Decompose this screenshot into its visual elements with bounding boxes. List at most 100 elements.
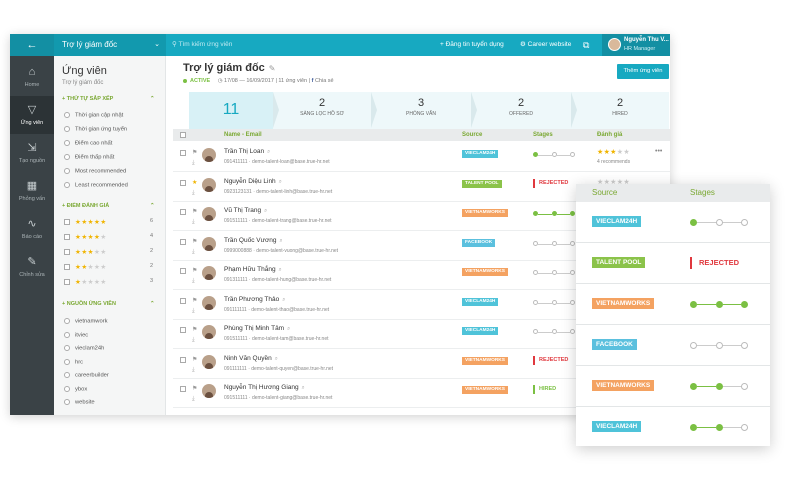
- candidate-name[interactable]: Phùng Thị Minh Tâm ⌕: [224, 325, 290, 333]
- select-all-checkbox[interactable]: [180, 132, 186, 138]
- pipeline-stage-2[interactable]: 3 Phỏng vấn: [371, 92, 477, 129]
- source-option[interactable]: hrc: [64, 358, 83, 365]
- radio-button[interactable]: [64, 345, 70, 351]
- table-row[interactable]: ⚑ ⤓ Trần Thị Loan ⌕ 091411111 · demo-talent-…: [173, 143, 670, 172]
- download-icon[interactable]: ⤓: [192, 308, 195, 315]
- nav-item-4[interactable]: ∿ Báo cáo: [10, 210, 54, 248]
- sort-section-header[interactable]: + THỨ TỰ SẮP XẾP ⌃: [62, 96, 155, 102]
- row-checkbox[interactable]: [180, 386, 186, 392]
- add-candidate-button[interactable]: Thêm ứng viên: [617, 64, 669, 79]
- rating-filter-option[interactable]: ★★★★★ 4: [64, 233, 153, 241]
- back-arrow-icon[interactable]: ←: [10, 34, 54, 56]
- nav-item-5[interactable]: ✎ Chỉnh sửa: [10, 248, 54, 286]
- checkbox[interactable]: [64, 279, 70, 286]
- download-icon[interactable]: ⤓: [192, 396, 195, 403]
- row-checkbox[interactable]: [180, 268, 186, 274]
- radio-button[interactable]: [64, 399, 70, 405]
- download-icon[interactable]: ⤓: [192, 190, 195, 197]
- radio-button[interactable]: [64, 182, 70, 188]
- candidate-name[interactable]: Trần Phương Thảo ⌕: [224, 296, 285, 304]
- checkbox[interactable]: [64, 249, 70, 256]
- flag-icon[interactable]: ⚑: [192, 238, 197, 245]
- radio-button[interactable]: [64, 112, 70, 118]
- radio-button[interactable]: [64, 168, 70, 174]
- more-options-icon[interactable]: •••: [655, 148, 662, 155]
- source-section-header[interactable]: + NGUỒN ỨNG VIÊN ⌃: [62, 301, 155, 307]
- download-icon[interactable]: ⤓: [192, 337, 195, 344]
- download-icon[interactable]: ⤓: [192, 249, 195, 256]
- external-link-icon[interactable]: ⧉: [583, 34, 589, 56]
- flag-icon[interactable]: ⚑: [192, 297, 197, 304]
- sort-option[interactable]: Least recommended: [64, 182, 128, 189]
- nav-item-2[interactable]: ⇲ Tạo nguồn: [10, 134, 54, 172]
- radio-button[interactable]: [64, 331, 70, 338]
- user-menu[interactable]: Nguyễn Thu V... HR Manager: [602, 34, 670, 56]
- candidate-name[interactable]: Nguyễn Diệu Linh ⌕: [224, 178, 282, 186]
- share-link[interactable]: Chia sẻ: [315, 78, 334, 84]
- radio-button[interactable]: [64, 358, 70, 365]
- candidate-name[interactable]: Ninh Văn Quyền ⌕: [224, 355, 278, 363]
- row-checkbox[interactable]: [180, 209, 186, 215]
- row-checkbox[interactable]: [180, 327, 186, 333]
- flag-icon[interactable]: ⚑: [192, 208, 197, 215]
- candidate-name[interactable]: Trần Quốc Vương ⌕: [224, 237, 283, 245]
- source-option[interactable]: ybox: [64, 385, 87, 392]
- download-icon[interactable]: ⤓: [192, 160, 195, 167]
- pipeline-stage-0[interactable]: 11: [189, 92, 279, 129]
- rating-filter-option[interactable]: ★★★★★ 2: [64, 248, 153, 256]
- row-checkbox[interactable]: [180, 356, 186, 363]
- job-selector[interactable]: Trợ lý giám đốc ⌄: [54, 34, 166, 56]
- pipeline-stage-1[interactable]: 2 Sàng lọc hồ sơ: [273, 92, 377, 129]
- source-option[interactable]: vietnamwork: [64, 318, 108, 325]
- flag-icon[interactable]: ⚑: [192, 326, 197, 333]
- radio-button[interactable]: [64, 372, 70, 378]
- candidate-name[interactable]: Vũ Thị Trang ⌕: [224, 207, 267, 215]
- sort-option[interactable]: Most recommended: [64, 168, 126, 175]
- search-input[interactable]: ⚲ Tìm kiếm ứng viên: [172, 38, 412, 52]
- row-checkbox[interactable]: [180, 297, 186, 304]
- candidate-name[interactable]: Nguyễn Thị Hương Giang ⌕: [224, 384, 305, 392]
- checkbox[interactable]: [64, 234, 70, 241]
- source-option[interactable]: careerbuilder: [64, 372, 109, 379]
- nav-item-3[interactable]: ▦ Phỏng vấn: [10, 172, 54, 210]
- rating-filter-option[interactable]: ★★★★★ 3: [64, 278, 153, 286]
- sort-option[interactable]: Điểm thấp nhất: [64, 154, 114, 161]
- sort-option[interactable]: Thời gian cập nhật: [64, 112, 123, 119]
- career-website-link[interactable]: ⚙ Career website: [520, 34, 571, 56]
- radio-button[interactable]: [64, 140, 70, 146]
- flag-icon[interactable]: ⚑: [192, 149, 197, 156]
- post-job-button[interactable]: + Đăng tin tuyển dụng: [440, 34, 504, 56]
- source-option[interactable]: itviec: [64, 331, 88, 338]
- nav-item-0[interactable]: ⌂ Home: [10, 58, 54, 96]
- flag-icon[interactable]: ⚑: [192, 267, 197, 274]
- radio-button[interactable]: [64, 154, 70, 160]
- star-flag-icon[interactable]: ★: [192, 179, 197, 186]
- pipeline-stage-3[interactable]: 2 Offered: [471, 92, 577, 129]
- flag-icon[interactable]: ⚑: [192, 385, 197, 392]
- radio-button[interactable]: [64, 318, 70, 324]
- checkbox[interactable]: [64, 264, 70, 271]
- sort-option[interactable]: Thời gian ứng tuyển: [64, 126, 127, 133]
- download-icon[interactable]: ⤓: [192, 367, 195, 374]
- checkbox[interactable]: [64, 219, 70, 226]
- download-icon[interactable]: ⤓: [192, 278, 195, 285]
- candidate-name[interactable]: Phạm Hữu Thắng ⌕: [224, 266, 282, 274]
- rating-filter-option[interactable]: ★★★★★ 2: [64, 263, 153, 271]
- download-icon[interactable]: ⤓: [192, 219, 195, 226]
- star-rating-icon: ★★★★★: [75, 279, 107, 286]
- row-checkbox[interactable]: [180, 150, 186, 156]
- flag-icon[interactable]: ⚑: [192, 356, 197, 363]
- sort-option[interactable]: Điểm cao nhất: [64, 140, 112, 147]
- nav-item-1[interactable]: ▽ Ứng viên: [10, 96, 54, 134]
- candidate-name[interactable]: Trần Thị Loan ⌕: [224, 148, 270, 156]
- row-checkbox[interactable]: [180, 238, 186, 245]
- radio-button[interactable]: [64, 385, 70, 392]
- source-option[interactable]: website: [64, 399, 95, 406]
- radio-button[interactable]: [64, 126, 70, 132]
- pipeline-stage-4[interactable]: 2 Hired: [571, 92, 669, 129]
- rating-filter-option[interactable]: ★★★★★ 6: [64, 218, 153, 226]
- edit-icon[interactable]: ✎: [269, 64, 276, 73]
- rating-section-header[interactable]: + ĐIỂM ĐÁNH GIÁ ⌃: [62, 203, 155, 209]
- row-checkbox[interactable]: [180, 179, 186, 186]
- source-option[interactable]: vieclam24h: [64, 345, 104, 352]
